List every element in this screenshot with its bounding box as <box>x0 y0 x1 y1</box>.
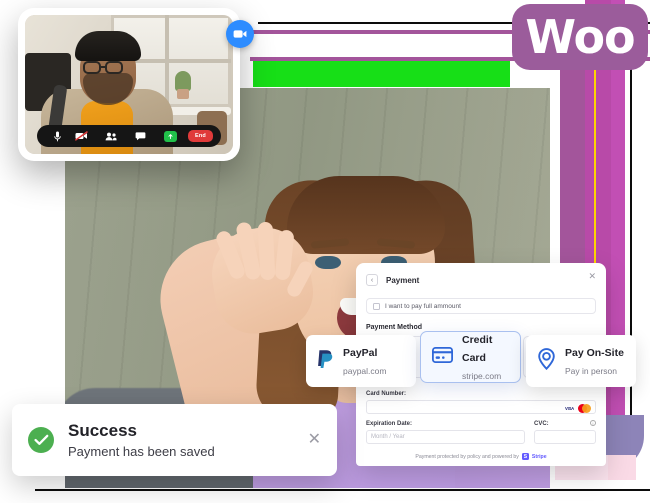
payment-dialog-header: ‹ Payment ✕ <box>366 271 596 289</box>
cvc-field-group: CVC: i <box>534 420 596 444</box>
payment-method-subtitle: Pay in person <box>565 366 617 376</box>
payment-method-card-paypal[interactable]: PayPal paypal.com <box>306 335 416 387</box>
success-toast-title: Success <box>68 420 137 440</box>
video-call-person-glasses-bridge <box>101 66 106 68</box>
participants-icon[interactable] <box>99 125 123 147</box>
marketing-composition: Woo End ‹ Payment ✕ I want to pay full a… <box>0 0 650 503</box>
video-call-toolbar: End <box>37 125 221 147</box>
visa-icon: VISA <box>565 405 574 411</box>
share-screen-icon[interactable] <box>158 125 182 147</box>
payment-method-card-credit-card[interactable]: Credit Card stripe.com <box>420 331 521 383</box>
camera-off-icon[interactable] <box>69 125 93 147</box>
video-call-screen: End <box>25 15 233 154</box>
close-icon[interactable]: ✕ <box>308 432 321 448</box>
success-toast-body: Success Payment has been saved <box>68 421 294 459</box>
payment-protection-text: Payment protected by policy and powered … <box>415 453 519 460</box>
map-pin-icon <box>537 347 556 375</box>
background-yellow-line <box>594 62 596 297</box>
video-call-card: End <box>18 8 254 161</box>
chat-bubble-icon[interactable] <box>129 125 153 147</box>
payment-dialog-title: Payment <box>386 275 420 285</box>
video-call-person-beanie <box>75 31 141 61</box>
credit-card-icon <box>431 346 454 368</box>
mic-icon[interactable] <box>45 125 69 147</box>
payment-method-title: PayPal <box>343 347 378 359</box>
end-call-button[interactable]: End <box>188 130 213 142</box>
video-call-person-glasses-right <box>105 61 123 74</box>
cvc-input[interactable] <box>534 430 596 444</box>
background-black-line-right <box>630 8 632 463</box>
payment-method-card-pay-on-site[interactable]: Pay On-Site Pay in person <box>526 335 636 387</box>
stripe-icon: S <box>521 453 529 460</box>
video-call-person-glasses-left <box>83 61 101 74</box>
card-brand-icons: VISA <box>565 403 591 413</box>
info-icon[interactable]: i <box>590 420 596 426</box>
expiration-input[interactable]: Month / Year <box>366 430 525 444</box>
cvc-label: CVC: <box>534 421 549 427</box>
expiration-placeholder: Month / Year <box>371 434 405 440</box>
success-toast-message: Payment has been saved <box>68 444 215 460</box>
mastercard-icon <box>578 403 591 413</box>
card-fields: Card Number: VISA Expiration Date: Month… <box>366 391 596 444</box>
payment-method-card-text: Pay On-Site Pay in person <box>565 343 624 379</box>
full-amount-checkbox-row[interactable]: I want to pay full ammount <box>366 298 596 314</box>
payment-method-card-text: Credit Card stripe.com <box>462 330 509 384</box>
payment-method-subtitle: paypal.com <box>343 366 387 376</box>
payment-dialog-footer: Payment protected by policy and powered … <box>356 453 606 460</box>
video-call-plant-pot <box>177 89 189 99</box>
payment-method-subtitle: stripe.com <box>462 371 502 381</box>
hero-person-finger <box>257 221 276 281</box>
payment-method-card-text: PayPal paypal.com <box>343 343 386 379</box>
woo-logo: Woo <box>512 4 648 70</box>
success-toast: Success Payment has been saved ✕ <box>12 404 337 476</box>
expiration-field-group: Expiration Date: Month / Year <box>366 421 525 444</box>
paypal-icon <box>317 349 334 374</box>
card-number-label: Card Number: <box>366 391 407 397</box>
background-pink-block-right <box>608 455 636 480</box>
success-check-icon <box>28 427 54 453</box>
payment-method-title: Pay On-Site <box>565 347 624 359</box>
card-number-input[interactable]: VISA <box>366 400 596 414</box>
video-call-plant <box>175 71 191 91</box>
hero-person-eye-left <box>315 256 341 269</box>
expiration-cvc-row: Expiration Date: Month / Year CVC: i <box>366 420 596 444</box>
full-amount-checkbox[interactable] <box>373 302 380 310</box>
payment-method-title: Credit Card <box>462 334 493 364</box>
expiration-label: Expiration Date: <box>366 421 413 427</box>
chevron-left-icon[interactable]: ‹ <box>366 274 378 286</box>
background-black-band-bottom <box>35 489 650 491</box>
close-icon[interactable]: ✕ <box>588 272 596 281</box>
full-amount-checkbox-label: I want to pay full ammount <box>385 302 461 310</box>
video-camera-icon <box>226 20 254 48</box>
background-green-band <box>253 61 510 87</box>
woo-logo-text: Woo <box>525 10 635 64</box>
stripe-provider-name[interactable]: Stripe <box>532 454 547 460</box>
